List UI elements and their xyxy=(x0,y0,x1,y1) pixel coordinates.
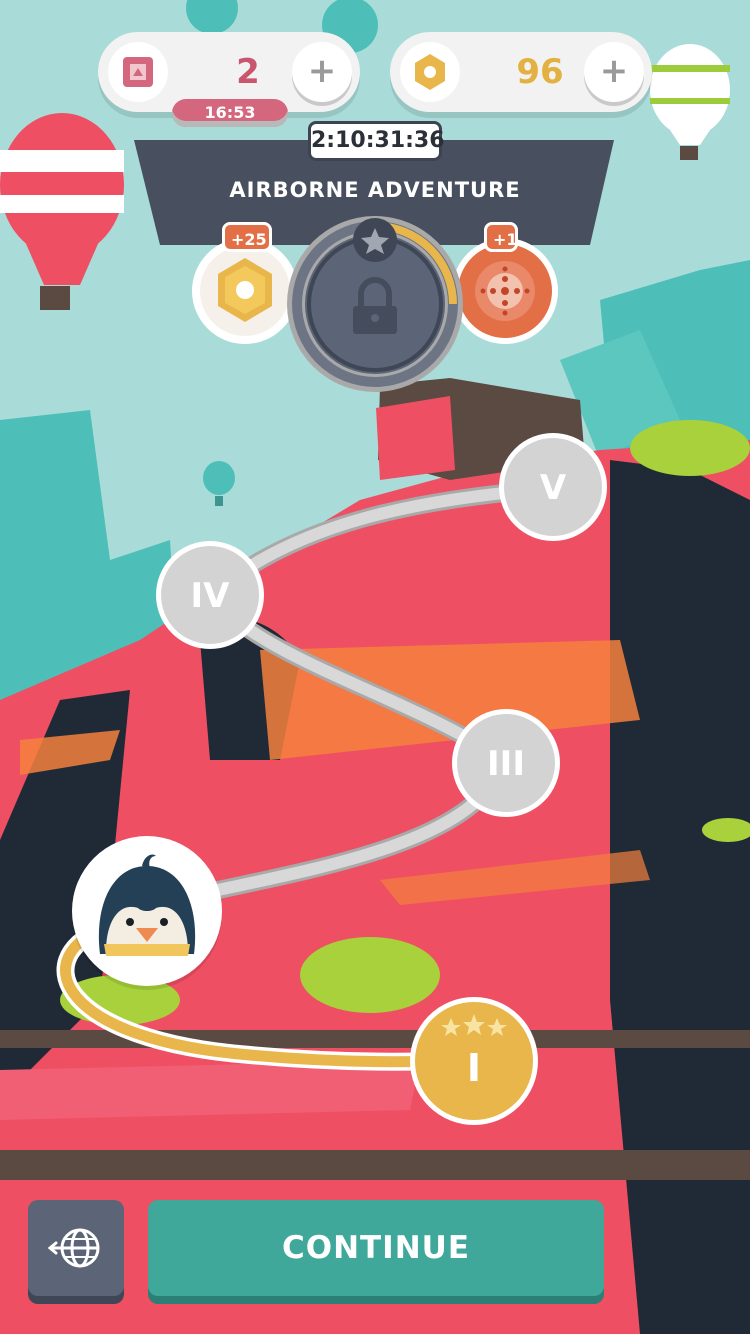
locked-chest[interactable] xyxy=(285,214,465,394)
world-map-button[interactable] xyxy=(28,1200,124,1296)
level-label: IV xyxy=(190,576,230,616)
level-node-5[interactable]: V xyxy=(499,433,607,541)
star-icon xyxy=(353,218,397,262)
reward-coins-badge: +25 xyxy=(222,222,272,252)
event-title: AIRBORNE ADVENTURE xyxy=(229,178,521,202)
add-coins-button[interactable]: + xyxy=(584,42,644,102)
add-tickets-button[interactable]: + xyxy=(292,42,352,102)
event-countdown: 2:10:31:36 xyxy=(308,121,445,161)
target-icon xyxy=(458,244,552,338)
level-label: V xyxy=(539,468,567,508)
reward-target-badge: +1 xyxy=(484,222,518,252)
three-stars-icon xyxy=(439,1012,509,1040)
level-node-3[interactable]: III xyxy=(452,709,560,817)
hex-coin-icon xyxy=(200,246,290,336)
globe-icon xyxy=(47,1228,100,1268)
penguin-avatar[interactable] xyxy=(72,836,222,986)
level-label: I xyxy=(466,1046,482,1090)
ticket-icon xyxy=(108,42,168,102)
continue-button[interactable]: CONTINUE xyxy=(148,1200,604,1296)
hex-coin-icon xyxy=(400,42,460,102)
level-label: III xyxy=(487,744,525,784)
tickets-refill-timer: 16:53 xyxy=(172,99,288,127)
coins-counter: 96 + xyxy=(390,32,652,112)
level-node-1[interactable]: I xyxy=(410,997,538,1125)
level-node-4[interactable]: IV xyxy=(156,541,264,649)
